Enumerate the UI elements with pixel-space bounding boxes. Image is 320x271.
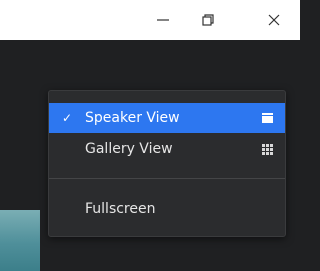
restore-button[interactable] <box>188 0 228 40</box>
view-menu: ✓ Speaker View Gallery View Fullscreen <box>48 90 286 237</box>
speaker-view-icon <box>262 113 273 124</box>
menu-item-label: Fullscreen <box>85 201 156 217</box>
gallery-grid-icon <box>262 143 273 155</box>
menu-item-fullscreen[interactable]: Fullscreen <box>49 194 285 224</box>
video-thumbnail[interactable] <box>0 210 40 271</box>
checkmark-icon: ✓ <box>61 111 73 125</box>
title-bar <box>0 0 300 40</box>
menu-item-label: Gallery View <box>85 141 173 157</box>
close-button[interactable] <box>254 0 294 40</box>
restore-icon <box>202 14 214 26</box>
minimize-icon <box>157 19 169 21</box>
menu-item-label: Speaker View <box>85 110 180 126</box>
minimize-button[interactable] <box>143 0 183 40</box>
close-icon <box>268 14 280 26</box>
menu-item-speaker-view[interactable]: ✓ Speaker View <box>49 103 285 133</box>
menu-divider <box>49 178 285 179</box>
menu-item-gallery-view[interactable]: Gallery View <box>49 134 285 164</box>
